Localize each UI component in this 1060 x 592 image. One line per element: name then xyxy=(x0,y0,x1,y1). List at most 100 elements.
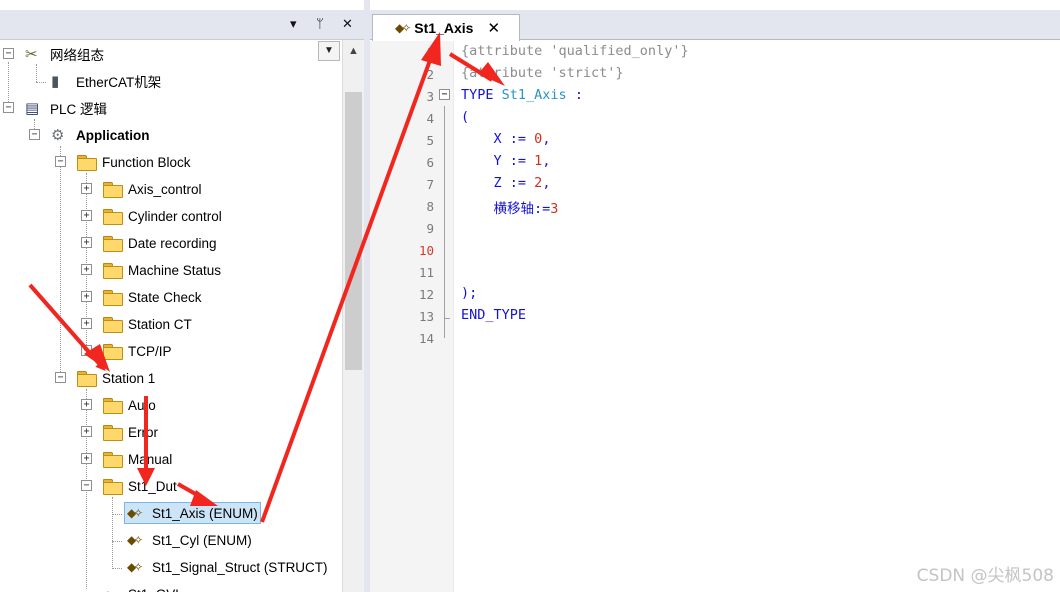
tree-node-content[interactable]: TCP/IP xyxy=(100,340,175,362)
code-token: {attribute 'qualified_only'} xyxy=(461,43,689,59)
line-number: 1 xyxy=(426,45,434,60)
tree-node-content[interactable]: ◆✧ St1_Signal_Struct (STRUCT) xyxy=(124,556,331,578)
tree-node-content[interactable]: ◆✧ St1_Axis (ENUM) xyxy=(124,502,261,524)
code-line: ); xyxy=(461,285,477,301)
code-token: X xyxy=(493,131,502,147)
expand-icon[interactable]: + xyxy=(81,453,92,464)
expand-icon[interactable]: + xyxy=(81,237,92,248)
tree-node-content[interactable]: Function Block xyxy=(74,151,194,173)
tree-node-content[interactable]: ▮ EtherCAT机架 xyxy=(48,70,164,92)
ethercat-device-icon: ▮ xyxy=(51,73,60,90)
tree-node[interactable]: + Cylinder control xyxy=(81,204,225,228)
tree-node-content[interactable]: St1_Dut xyxy=(100,475,180,497)
tree-node[interactable]: + Axis_control xyxy=(81,177,205,201)
tree-node[interactable]: + Station CT xyxy=(81,312,195,336)
expand-icon[interactable]: + xyxy=(81,291,92,302)
expand-icon[interactable]: + xyxy=(81,210,92,221)
tree-node-content[interactable]: ⚙ Application xyxy=(48,124,153,146)
tree-node-label: Date recording xyxy=(128,235,217,251)
code-token: ( xyxy=(461,109,470,125)
dut-icon: ◆✧ xyxy=(127,560,143,574)
expand-icon[interactable]: + xyxy=(81,264,92,275)
line-number: 14 xyxy=(418,331,434,346)
tree-node-content[interactable]: ▤ PLC 逻辑 xyxy=(22,97,110,119)
tree-dropdown-button[interactable]: ▼ xyxy=(318,41,340,61)
collapse-icon[interactable]: − xyxy=(29,129,40,140)
tree-node[interactable]: + State Check xyxy=(81,285,205,309)
code-token: , xyxy=(542,131,551,147)
tree-node-label: Error xyxy=(128,424,158,440)
gvl-icon: ◕ xyxy=(103,586,123,592)
line-number: 3 xyxy=(426,89,434,104)
tree-node-content[interactable]: ◆✧ St1_Cyl (ENUM) xyxy=(124,529,255,551)
collapse-icon[interactable]: − xyxy=(55,372,66,383)
code-line: Y := 1, xyxy=(461,153,551,169)
expand-icon[interactable]: + xyxy=(81,183,92,194)
code-token: , xyxy=(542,153,551,169)
collapse-icon[interactable]: − xyxy=(81,480,92,491)
tree-node-content[interactable]: ✂ 网络组态 xyxy=(22,43,107,65)
code-token: END_TYPE xyxy=(461,307,527,323)
tree-node[interactable]: − ✂ 网络组态 xyxy=(3,42,107,66)
line-number: 5 xyxy=(426,133,434,148)
expand-icon[interactable]: + xyxy=(81,318,92,329)
expand-icon[interactable]: + xyxy=(81,345,92,356)
expand-icon[interactable]: + xyxy=(81,399,92,410)
tree-node-content[interactable]: Date recording xyxy=(100,232,220,254)
collapse-icon[interactable]: − xyxy=(55,156,66,167)
tree-node-content[interactable]: Cylinder control xyxy=(100,205,225,227)
tree-node[interactable]: + TCP/IP xyxy=(81,339,175,363)
code-token: ); xyxy=(461,285,478,301)
tree-node-label: TCP/IP xyxy=(128,343,172,359)
tree-node-content[interactable]: Auto xyxy=(100,394,159,416)
code-token: := xyxy=(501,175,535,191)
tree-node[interactable]: + Auto xyxy=(81,393,159,417)
editor-panel: ◆✧ St1_Axis ✕ 1 2 3 4 5 6 7 8 9 10 11 12 13 14 − {att… xyxy=(370,0,1060,592)
tree-node[interactable]: − St1_Dut xyxy=(81,474,180,498)
tree-panel-header: ▾ ᛘ ✕ xyxy=(0,10,364,40)
tree-node[interactable]: + Date recording xyxy=(81,231,220,255)
expand-icon[interactable]: + xyxy=(81,426,92,437)
line-number: 9 xyxy=(426,221,434,236)
folder-icon xyxy=(103,317,123,333)
tree-node[interactable]: − Station 1 xyxy=(55,366,158,390)
tree-node[interactable]: − ⚙ Application xyxy=(29,123,153,147)
tree-node-label: Auto xyxy=(128,397,156,413)
tree-node[interactable]: ▮ EtherCAT机架 xyxy=(48,69,164,93)
tree-node-content[interactable]: Station CT xyxy=(100,313,195,335)
tree-node[interactable]: ◆✧ St1_Signal_Struct (STRUCT) xyxy=(124,555,331,579)
tree-node-content[interactable]: Machine Status xyxy=(100,259,224,281)
tree-node-label: Cylinder control xyxy=(128,208,222,224)
tree-node-content[interactable]: Manual xyxy=(100,448,175,470)
tree-node[interactable]: ◆✧ St1_Cyl (ENUM) xyxy=(124,528,255,552)
collapse-icon[interactable]: − xyxy=(3,48,14,59)
code-token: , xyxy=(542,175,551,191)
tree-node-label: Station CT xyxy=(128,316,192,332)
tree-node-content[interactable]: Error xyxy=(100,421,161,443)
scroll-thumb[interactable] xyxy=(345,92,362,370)
tree-node[interactable]: − ▤ PLC 逻辑 xyxy=(3,96,110,120)
tree-node-label: St1_Cyl (ENUM) xyxy=(152,532,252,548)
tree-node-content[interactable]: State Check xyxy=(100,286,205,308)
tab-close-icon[interactable]: ✕ xyxy=(487,19,500,37)
panel-menu-dropdown-icon[interactable]: ▾ xyxy=(290,16,297,32)
pin-icon[interactable]: ᛘ xyxy=(316,16,324,32)
tab-st1-axis[interactable]: ◆✧ St1_Axis ✕ xyxy=(372,14,520,41)
fold-collapse-icon[interactable]: − xyxy=(439,89,450,100)
tree-node[interactable]: + Manual xyxy=(81,447,175,471)
tree-node-content[interactable]: Station 1 xyxy=(74,367,158,389)
tree-node[interactable]: ◆✧ St1_Axis (ENUM) xyxy=(124,501,261,525)
code-token: Y xyxy=(493,153,502,169)
collapse-icon[interactable]: − xyxy=(3,102,14,113)
code-token: 3 xyxy=(550,201,559,217)
tree-node[interactable]: + Error xyxy=(81,420,161,444)
tree-node[interactable]: − Function Block xyxy=(55,150,194,174)
scroll-up-arrow-icon[interactable]: ▲ xyxy=(343,40,364,60)
tree-vertical-scrollbar[interactable]: ▲ xyxy=(342,40,364,592)
tree-node[interactable]: ◕ St1_GVL xyxy=(100,582,186,592)
tree-node-content[interactable]: Axis_control xyxy=(100,178,205,200)
tree-node-content[interactable]: ◕ St1_GVL xyxy=(100,583,186,592)
tree-node[interactable]: + Machine Status xyxy=(81,258,224,282)
close-panel-icon[interactable]: ✕ xyxy=(342,16,353,32)
code-line: {attribute 'qualified_only'} xyxy=(461,43,689,59)
